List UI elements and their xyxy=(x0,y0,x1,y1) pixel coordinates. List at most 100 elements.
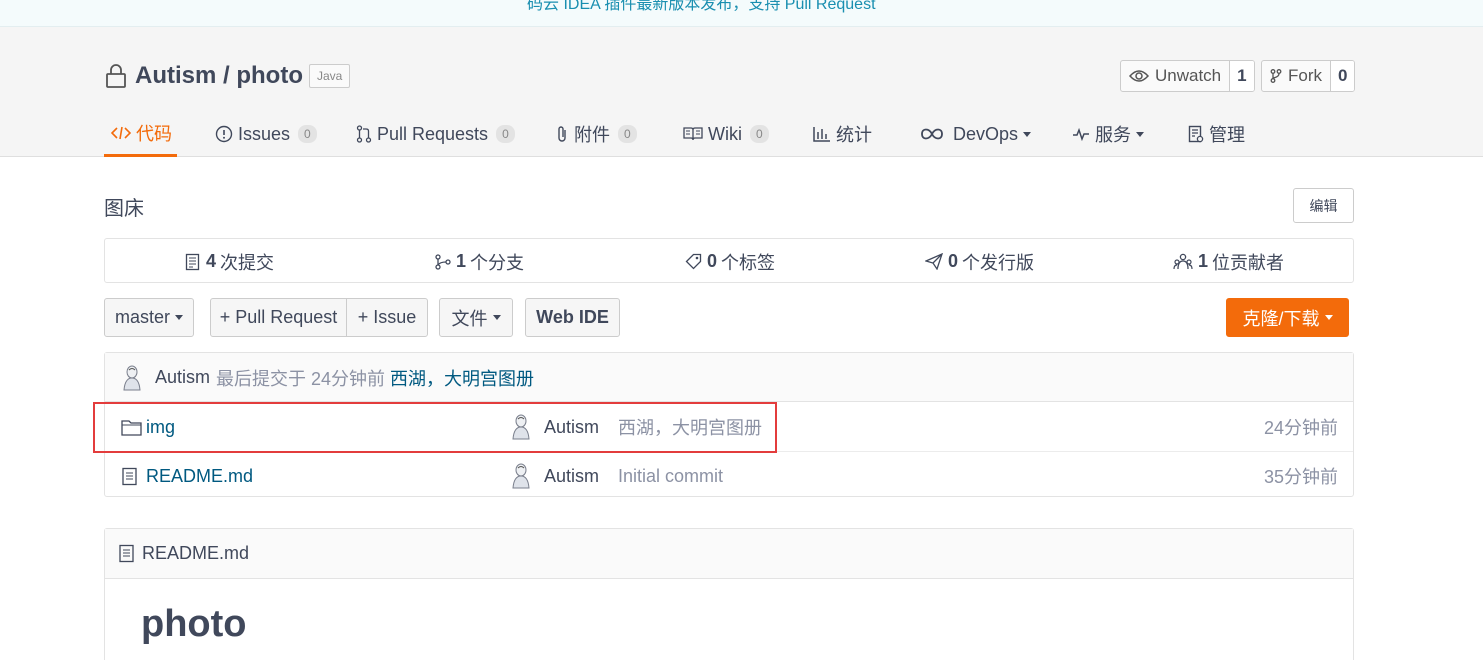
tab-settings-label: 管理 xyxy=(1209,125,1245,145)
announcement-banner[interactable]: 码云 IDEA 插件最新版本发布，支持 Pull Request xyxy=(0,0,1483,27)
stat-tags[interactable]: 0 个标签 xyxy=(685,239,775,284)
stat-contributors[interactable]: 1 位贡献者 xyxy=(1173,239,1284,284)
avatar[interactable] xyxy=(510,463,532,489)
tab-wiki-label: Wiki xyxy=(708,123,742,144)
last-commit-time: 最后提交于 24分钟前 xyxy=(216,368,386,389)
tab-pull-requests[interactable]: Pull Requests 0 xyxy=(356,111,515,157)
clone-download-label: 克隆/下载 xyxy=(1242,308,1320,329)
branch-selector[interactable]: master xyxy=(104,298,194,337)
new-issue-button[interactable]: + Issue xyxy=(346,298,428,337)
chevron-down-icon xyxy=(1324,315,1333,320)
settings-doc-icon xyxy=(1188,125,1204,143)
chevron-down-icon xyxy=(492,315,501,320)
readme-filename[interactable]: README.md xyxy=(142,543,249,564)
tab-statistics-label: 统计 xyxy=(836,125,872,145)
tab-devops-label: DevOps xyxy=(953,123,1019,144)
tab-devops[interactable]: DevOps xyxy=(920,111,1032,157)
tab-statistics[interactable]: 统计 xyxy=(813,111,872,157)
stat-contributors-count: 1 xyxy=(1198,251,1209,271)
file-commit-cell: Autism Initial commit xyxy=(510,452,723,500)
stat-commits-count: 4 xyxy=(206,251,217,271)
eye-icon xyxy=(1129,70,1149,82)
tab-settings[interactable]: 管理 xyxy=(1188,111,1245,157)
edit-button[interactable]: 编辑 xyxy=(1293,188,1354,223)
file-commit-time: 24分钟前 xyxy=(1263,418,1338,438)
readme-heading: photo xyxy=(141,603,247,645)
repo-title: Autism / photo Java xyxy=(104,60,351,92)
repo-header: Autism / photo Java Unwatch 1 Fork 0 代码 … xyxy=(0,27,1483,157)
stat-branches-count: 1 xyxy=(456,251,467,271)
stat-releases-count: 0 xyxy=(948,251,959,271)
stat-releases[interactable]: 0 个发行版 xyxy=(925,239,1034,284)
watch-count[interactable]: 1 xyxy=(1230,61,1254,91)
stat-branches-label: 个分支 xyxy=(470,252,525,273)
code-icon xyxy=(111,126,131,139)
highlight-box xyxy=(93,402,777,453)
last-commit-message[interactable]: 西湖，大明宫图册 xyxy=(390,365,534,391)
language-badge[interactable]: Java xyxy=(308,64,351,88)
announcement-text[interactable]: 码云 IDEA 插件最新版本发布，支持 Pull Request xyxy=(527,0,876,14)
file-commit-author[interactable]: Autism xyxy=(544,466,599,487)
tab-services[interactable]: 服务 xyxy=(1072,111,1144,157)
last-commit-author[interactable]: Autism xyxy=(155,367,210,388)
tab-wiki-count: 0 xyxy=(750,125,769,143)
stat-tags-count: 0 xyxy=(707,251,718,271)
pull-request-icon xyxy=(356,125,372,143)
file-menu-button[interactable]: 文件 xyxy=(439,298,513,337)
commit-icon xyxy=(185,253,200,270)
stat-contributors-label: 位贡献者 xyxy=(1212,252,1285,273)
new-pull-request-button[interactable]: + Pull Request xyxy=(210,298,347,337)
last-commit-info: Autism 最后提交于 24分钟前 西湖，大明宫图册 xyxy=(121,353,534,402)
tab-services-label: 服务 xyxy=(1095,125,1131,145)
file-commit-time: 35分钟前 xyxy=(1263,467,1338,487)
tab-pull-requests-label: Pull Requests xyxy=(377,123,489,144)
fork-icon xyxy=(1270,69,1282,83)
branch-selector-label: master xyxy=(114,307,170,327)
fork-button[interactable]: Fork 0 xyxy=(1261,60,1356,92)
unwatch-label: Unwatch xyxy=(1155,66,1222,85)
readme-header: README.md xyxy=(105,529,1353,579)
web-ide-button[interactable]: Web IDE xyxy=(525,298,620,337)
clone-download-button[interactable]: 克隆/下载 xyxy=(1226,298,1349,337)
tag-icon xyxy=(685,253,702,270)
repo-name[interactable]: Autism / photo xyxy=(135,62,303,90)
stat-branches[interactable]: 1 个分支 xyxy=(435,239,524,284)
infinity-icon xyxy=(921,128,943,140)
stat-tags-label: 个标签 xyxy=(721,252,776,273)
book-icon xyxy=(683,127,703,141)
stat-commits-label: 次提交 xyxy=(220,252,275,273)
chevron-down-icon xyxy=(1136,131,1144,137)
file-commit-message[interactable]: Initial commit xyxy=(618,466,723,487)
chevron-down-icon xyxy=(1023,131,1032,137)
tab-code[interactable]: 代码 xyxy=(104,111,177,157)
file-row[interactable]: README.md Autism Initial commit 35分钟前 xyxy=(105,451,1353,499)
release-icon xyxy=(925,253,943,270)
pulse-icon xyxy=(1073,127,1089,141)
repo-stats-bar: 4 次提交 1 个分支 0 个标签 0 个发行版 1 位贡献者 xyxy=(104,238,1354,283)
tab-wiki[interactable]: Wiki 0 xyxy=(683,111,769,157)
stat-commits[interactable]: 4 次提交 xyxy=(185,239,274,284)
last-commit-bar: Autism 最后提交于 24分钟前 西湖，大明宫图册 xyxy=(105,353,1353,402)
tab-code-label: 代码 xyxy=(136,123,172,144)
branch-icon xyxy=(435,253,451,270)
fork-count[interactable]: 0 xyxy=(1331,61,1355,91)
stat-releases-label: 个发行版 xyxy=(962,252,1035,273)
tab-issues-label: Issues xyxy=(238,123,291,144)
chevron-down-icon xyxy=(175,315,183,320)
unwatch-button[interactable]: Unwatch 1 xyxy=(1120,60,1255,92)
avatar[interactable] xyxy=(121,365,143,391)
file-icon xyxy=(122,467,137,485)
file-name-link[interactable]: README.md xyxy=(146,466,253,487)
bar-chart-icon xyxy=(813,127,830,142)
file-name-cell: README.md xyxy=(121,452,253,500)
file-menu-label: 文件 xyxy=(451,308,488,329)
tab-issues[interactable]: Issues 0 xyxy=(215,111,317,157)
tab-pull-requests-count: 0 xyxy=(496,125,515,143)
readme-panel: README.md photo xyxy=(104,528,1354,660)
tab-attachments-count: 0 xyxy=(618,125,637,143)
file-icon xyxy=(119,544,134,563)
tab-issues-count: 0 xyxy=(298,125,317,143)
lock-icon xyxy=(106,64,126,88)
tab-attachments-label: 附件 xyxy=(574,125,610,145)
tab-attachments[interactable]: 附件 0 xyxy=(555,111,637,157)
